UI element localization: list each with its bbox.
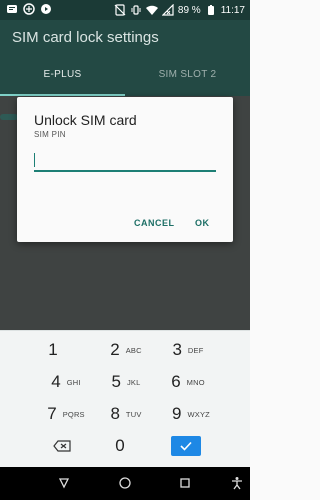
- tab-bar: E-PLUS SIM SLOT 2: [0, 60, 250, 96]
- recents-icon[interactable]: [178, 476, 192, 490]
- accessibility-icon[interactable]: [230, 476, 244, 490]
- checkmark-icon: [180, 441, 192, 451]
- unlock-sim-dialog: Unlock SIM card SIM PIN CANCEL OK: [17, 97, 233, 242]
- sim-pin-input[interactable]: [34, 150, 216, 172]
- battery-icon: [205, 4, 217, 16]
- dialog-subtitle: SIM PIN: [34, 130, 66, 139]
- play-icon: [40, 3, 52, 15]
- clock: 11:17: [220, 4, 245, 16]
- vibrate-icon: [130, 4, 142, 16]
- app-bar: SIM card lock settings: [0, 20, 250, 60]
- text-cursor: [34, 153, 35, 167]
- key-9[interactable]: 9 WXYZ: [151, 399, 231, 429]
- wifi-icon: [145, 4, 158, 16]
- page-title: SIM card lock settings: [12, 29, 159, 46]
- key-6[interactable]: 6 MNO: [148, 367, 228, 397]
- signal-icon: [161, 4, 174, 16]
- done-button[interactable]: [171, 436, 201, 456]
- status-bar: 89 % 11:17: [0, 0, 250, 20]
- navigation-bar: [0, 467, 250, 500]
- done-key[interactable]: [146, 431, 226, 461]
- home-icon[interactable]: [118, 476, 132, 490]
- numeric-keypad: 1 2 ABC 3 DEF 4 GHI 5 JKL 6 MNO 7 PQRS 8…: [0, 330, 250, 467]
- tab-e-plus[interactable]: E-PLUS: [0, 60, 125, 96]
- key-3[interactable]: 3 DEF: [148, 335, 228, 365]
- data-saver-icon: [23, 3, 35, 15]
- ok-button[interactable]: OK: [195, 218, 210, 228]
- battery-percent: 89 %: [177, 4, 201, 16]
- tab-sim-slot-2[interactable]: SIM SLOT 2: [125, 60, 250, 96]
- no-sim-icon: [114, 4, 126, 16]
- backspace-icon: [53, 440, 71, 452]
- key-1[interactable]: 1: [16, 335, 96, 365]
- notification-icon: [6, 3, 18, 15]
- cancel-button[interactable]: CANCEL: [134, 218, 175, 228]
- dialog-title: Unlock SIM card: [34, 112, 137, 128]
- back-icon[interactable]: [57, 476, 71, 490]
